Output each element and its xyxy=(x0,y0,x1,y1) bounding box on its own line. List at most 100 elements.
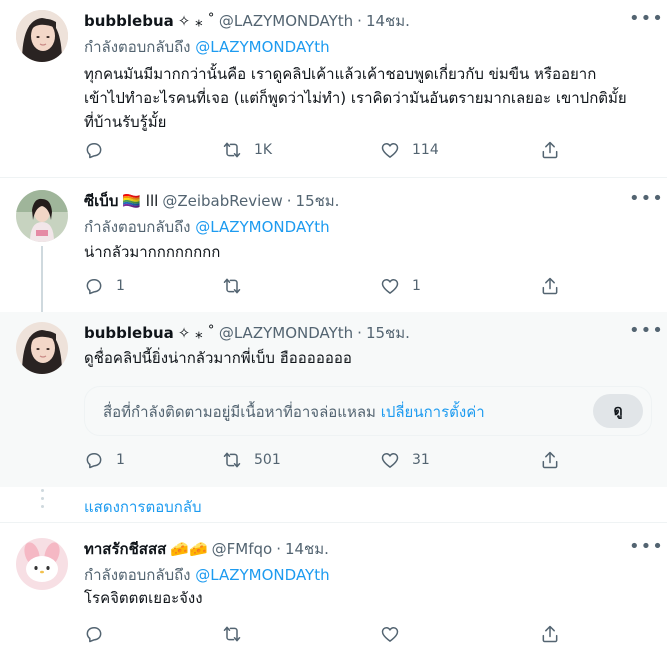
reply-icon xyxy=(86,627,102,643)
display-name[interactable]: bubblebua xyxy=(84,10,174,32)
view-media-button[interactable]: ดู xyxy=(593,394,643,428)
tweet-text-line: เข้าไปทำอะไรคนที่เจอ (แต่ก็พูดว่าไม่ทำ) … xyxy=(84,89,627,107)
user-handle[interactable]: @FMfqo xyxy=(212,538,273,560)
change-settings-link[interactable]: เปลี่ยนการตั้งค่า xyxy=(381,403,485,421)
reply-mention-link[interactable]: @LAZYMONDAYth xyxy=(195,38,329,56)
sensitive-media-warning: สื่อที่กำลังติดตามอยู่มีเนื้อหาที่อาจล่อ… xyxy=(84,386,652,436)
tweet-text: น่ากลัวมากกกกกกกก xyxy=(84,240,651,264)
like-button[interactable] xyxy=(380,624,412,644)
avatar[interactable] xyxy=(16,10,68,62)
share-button[interactable] xyxy=(540,276,560,296)
reply-button[interactable] xyxy=(84,624,116,644)
reply-context: กำลังตอบกลับถึง @LAZYMONDAYth xyxy=(84,216,651,238)
timestamp[interactable]: 14ชม. xyxy=(366,10,410,32)
reply-icon xyxy=(86,453,102,469)
tweet[interactable]: ซีเบ็บ 🏳️‍🌈 lll @ZeibabReview · 15ชม. กำ… xyxy=(0,178,667,312)
avatar[interactable] xyxy=(16,538,68,590)
thread-dots xyxy=(40,489,44,519)
heart-icon xyxy=(381,627,399,642)
timestamp[interactable]: 15ชม. xyxy=(366,322,410,344)
tweet-text: โรคจิตตตเยอะจังง xyxy=(84,586,651,610)
user-handle[interactable]: @LAZYMONDAYth xyxy=(219,10,353,32)
avatar[interactable] xyxy=(16,190,68,242)
display-name-decoration: ✧ ⁎ ˚ xyxy=(177,324,215,342)
like-count: 31 xyxy=(412,452,430,468)
retweet-button[interactable] xyxy=(222,276,254,296)
avatar[interactable] xyxy=(16,322,68,374)
heart-icon xyxy=(381,453,399,468)
share-icon xyxy=(542,625,558,643)
avatar-image xyxy=(16,538,68,590)
like-button[interactable]: 114 xyxy=(380,140,439,160)
share-button[interactable] xyxy=(540,140,560,160)
avatar-image xyxy=(16,322,68,374)
timestamp[interactable]: 14ชม. xyxy=(285,538,329,560)
retweet-count: 501 xyxy=(254,452,281,468)
reply-button[interactable] xyxy=(84,140,116,160)
reply-icon xyxy=(86,279,102,295)
share-button[interactable] xyxy=(540,450,560,470)
reply-prefix: กำลังตอบกลับถึง xyxy=(84,218,191,236)
separator-dot: · xyxy=(357,324,362,342)
reply-mention-link[interactable]: @LAZYMONDAYth xyxy=(195,566,329,584)
share-icon xyxy=(542,451,558,469)
tweet[interactable]: ทาสรักชีสสส 🧀🧀 @FMfqo · 14ชม. กำลังตอบกล… xyxy=(0,524,667,662)
thread-line xyxy=(41,246,43,312)
like-count: 114 xyxy=(412,142,439,158)
tweet-text-line: ที่บ้านรับรู้มั้ย xyxy=(84,113,167,131)
tweet-text: ดูชื่อคลิปนี้ยิ่งน่ากลัวมากพี่เบ็บ ฮือออ… xyxy=(84,346,651,370)
reply-mention-link[interactable]: @LAZYMONDAYth xyxy=(195,218,329,236)
reply-prefix: กำลังตอบกลับถึง xyxy=(84,566,191,584)
user-handle[interactable]: @ZeibabReview xyxy=(162,190,282,212)
tweet[interactable]: bubblebua ✧ ⁎ ˚ @LAZYMONDAYth · 15ชม. ดู… xyxy=(0,312,667,487)
heart-icon xyxy=(381,279,399,294)
retweet-icon xyxy=(223,142,241,158)
tweet-text-line: น่ากลัวมากกกกกกกก xyxy=(84,243,221,261)
display-name[interactable]: ทาสรักชีสสส xyxy=(84,538,166,560)
retweet-button[interactable]: 1K xyxy=(222,140,272,160)
heart-icon xyxy=(381,143,399,158)
more-icon[interactable]: ••• xyxy=(629,322,663,346)
sensitive-media-text: สื่อที่กำลังติดตามอยู่มีเนื้อหาที่อาจล่อ… xyxy=(103,403,376,421)
like-button[interactable]: 1 xyxy=(380,276,421,296)
reply-count: 1 xyxy=(116,278,125,294)
retweet-icon xyxy=(223,452,241,468)
display-name-decoration: ✧ ⁎ ˚ xyxy=(177,12,215,30)
display-name[interactable]: bubblebua xyxy=(84,322,174,344)
reply-button[interactable]: 1 xyxy=(84,276,125,296)
retweet-icon xyxy=(223,626,241,642)
share-button[interactable] xyxy=(540,624,560,644)
display-name-decoration: 🏳️‍🌈 lll xyxy=(122,192,159,210)
reply-context: กำลังตอบกลับถึง @LAZYMONDAYth xyxy=(84,36,651,58)
retweet-count: 1K xyxy=(254,142,273,158)
share-icon xyxy=(542,141,558,159)
share-icon xyxy=(542,277,558,295)
more-icon[interactable]: ••• xyxy=(629,190,663,214)
reply-count: 1 xyxy=(116,452,125,468)
display-name[interactable]: ซีเบ็บ xyxy=(84,190,118,212)
separator-dot: · xyxy=(286,192,292,210)
show-replies-link[interactable]: แสดงการตอบกลับ xyxy=(84,495,202,519)
more-icon[interactable]: ••• xyxy=(629,538,663,562)
more-icon[interactable]: ••• xyxy=(629,10,663,34)
retweet-button[interactable]: 501 xyxy=(222,450,281,470)
show-replies-row[interactable]: แสดงการตอบกลับ xyxy=(0,487,667,523)
like-button[interactable]: 31 xyxy=(380,450,430,470)
separator-dot: · xyxy=(276,540,281,558)
reply-prefix: กำลังตอบกลับถึง xyxy=(84,38,191,56)
tweet-text-line: ทุกคนมันมีมากกว่านั้นคือ เราดูคลิปเค้าแล… xyxy=(84,65,597,83)
retweet-icon xyxy=(223,278,241,294)
separator-dot: · xyxy=(357,12,362,30)
display-name-decoration: 🧀🧀 xyxy=(170,540,208,558)
timestamp[interactable]: 15ชม. xyxy=(296,190,340,212)
retweet-button[interactable] xyxy=(222,624,254,644)
reply-icon xyxy=(86,143,102,159)
user-handle[interactable]: @LAZYMONDAYth xyxy=(219,322,353,344)
like-count: 1 xyxy=(412,278,421,294)
reply-context: กำลังตอบกลับถึง @LAZYMONDAYth xyxy=(84,564,651,586)
tweet-text-line: ดูชื่อคลิปนี้ยิ่งน่ากลัวมากพี่เบ็บ ฮือออ… xyxy=(84,349,352,367)
tweet[interactable]: bubblebua ✧ ⁎ ˚ @LAZYMONDAYth · 14ชม. กำ… xyxy=(0,0,667,178)
tweet-text: ทุกคนมันมีมากกว่านั้นคือ เราดูคลิปเค้าแล… xyxy=(84,62,651,134)
reply-button[interactable]: 1 xyxy=(84,450,125,470)
tweet-text-line: โรคจิตตตเยอะจังง xyxy=(84,589,203,607)
